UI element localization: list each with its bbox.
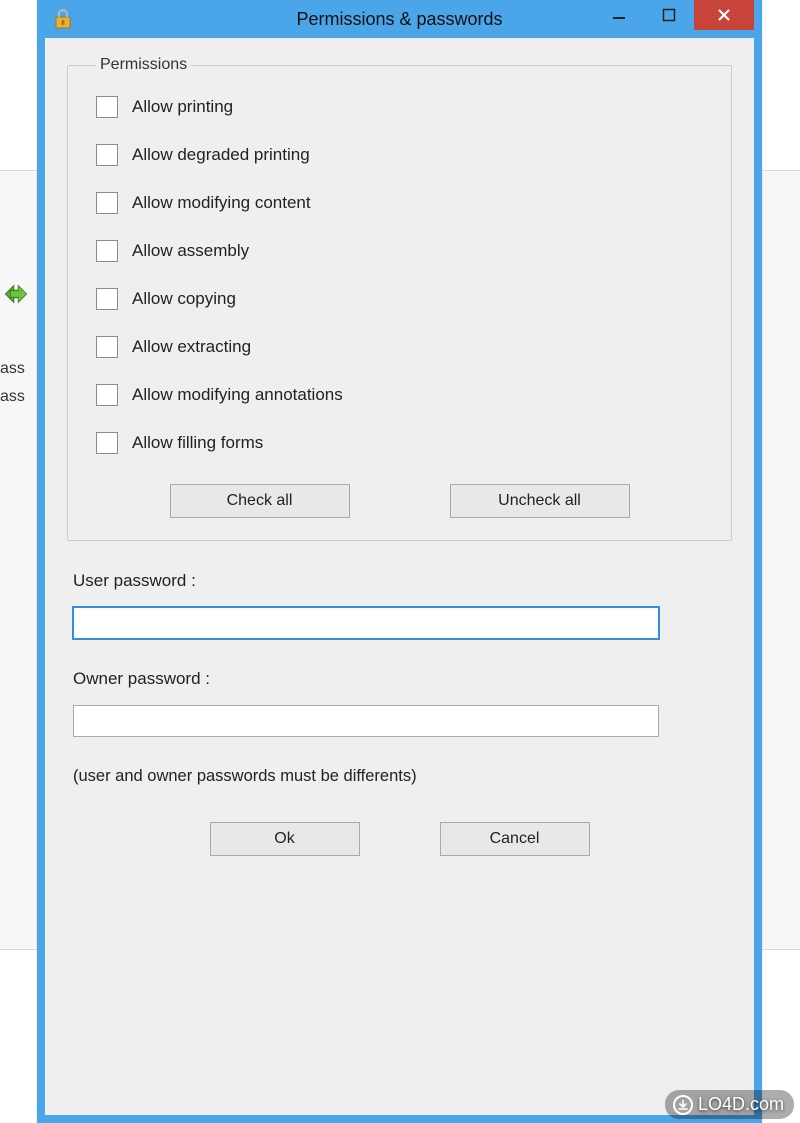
permission-row: Allow modifying annotations (96, 384, 703, 406)
arrow-icon (2, 280, 30, 308)
password-hint: (user and owner passwords must be differ… (67, 767, 732, 786)
uncheck-all-button[interactable]: Uncheck all (450, 484, 630, 518)
permission-row: Allow filling forms (96, 432, 703, 454)
user-password-block: User password : (67, 571, 732, 639)
check-all-button[interactable]: Check all (170, 484, 350, 518)
checkbox-allow-extracting[interactable] (96, 336, 118, 358)
owner-password-input[interactable] (73, 705, 659, 737)
permission-label: Allow printing (132, 97, 233, 117)
minimize-button[interactable] (594, 0, 644, 30)
lock-icon (53, 8, 73, 30)
permission-label: Allow copying (132, 289, 236, 309)
watermark-text: LO4D.com (698, 1094, 784, 1115)
download-icon (673, 1095, 693, 1115)
permissions-group: Permissions Allow printing Allow degrade… (67, 56, 732, 541)
permission-row: Allow modifying content (96, 192, 703, 214)
footer-buttons: Ok Cancel (67, 822, 732, 856)
client-area: Permissions Allow printing Allow degrade… (45, 38, 754, 1115)
close-button[interactable] (694, 0, 754, 30)
permission-row: Allow extracting (96, 336, 703, 358)
permission-label: Allow filling forms (132, 433, 263, 453)
permission-row: Allow assembly (96, 240, 703, 262)
checkbox-allow-printing[interactable] (96, 96, 118, 118)
permission-label: Allow modifying annotations (132, 385, 343, 405)
window-controls (594, 0, 754, 30)
background-text-1: ass (0, 360, 25, 378)
checkbox-allow-modifying-annotations[interactable] (96, 384, 118, 406)
dialog-window: Permissions & passwords Permissions Allo… (37, 0, 762, 1123)
permission-row: Allow printing (96, 96, 703, 118)
user-password-input[interactable] (73, 607, 659, 639)
checkbox-allow-modifying-content[interactable] (96, 192, 118, 214)
maximize-button[interactable] (644, 0, 694, 30)
permission-label: Allow extracting (132, 337, 251, 357)
watermark: LO4D.com (665, 1090, 794, 1119)
checkbox-allow-degraded-printing[interactable] (96, 144, 118, 166)
permission-label: Allow assembly (132, 241, 249, 261)
permission-label: Allow modifying content (132, 193, 311, 213)
owner-password-label: Owner password : (73, 669, 726, 689)
cancel-button[interactable]: Cancel (440, 822, 590, 856)
checkbox-allow-copying[interactable] (96, 288, 118, 310)
checkbox-allow-assembly[interactable] (96, 240, 118, 262)
permission-label: Allow degraded printing (132, 145, 310, 165)
permissions-button-row: Check all Uncheck all (96, 484, 703, 518)
user-password-label: User password : (73, 571, 726, 591)
background-text-2: ass (0, 388, 25, 406)
permission-row: Allow degraded printing (96, 144, 703, 166)
checkbox-allow-filling-forms[interactable] (96, 432, 118, 454)
permissions-legend: Permissions (96, 56, 191, 74)
titlebar: Permissions & passwords (45, 0, 754, 38)
permission-row: Allow copying (96, 288, 703, 310)
owner-password-block: Owner password : (67, 669, 732, 737)
ok-button[interactable]: Ok (210, 822, 360, 856)
